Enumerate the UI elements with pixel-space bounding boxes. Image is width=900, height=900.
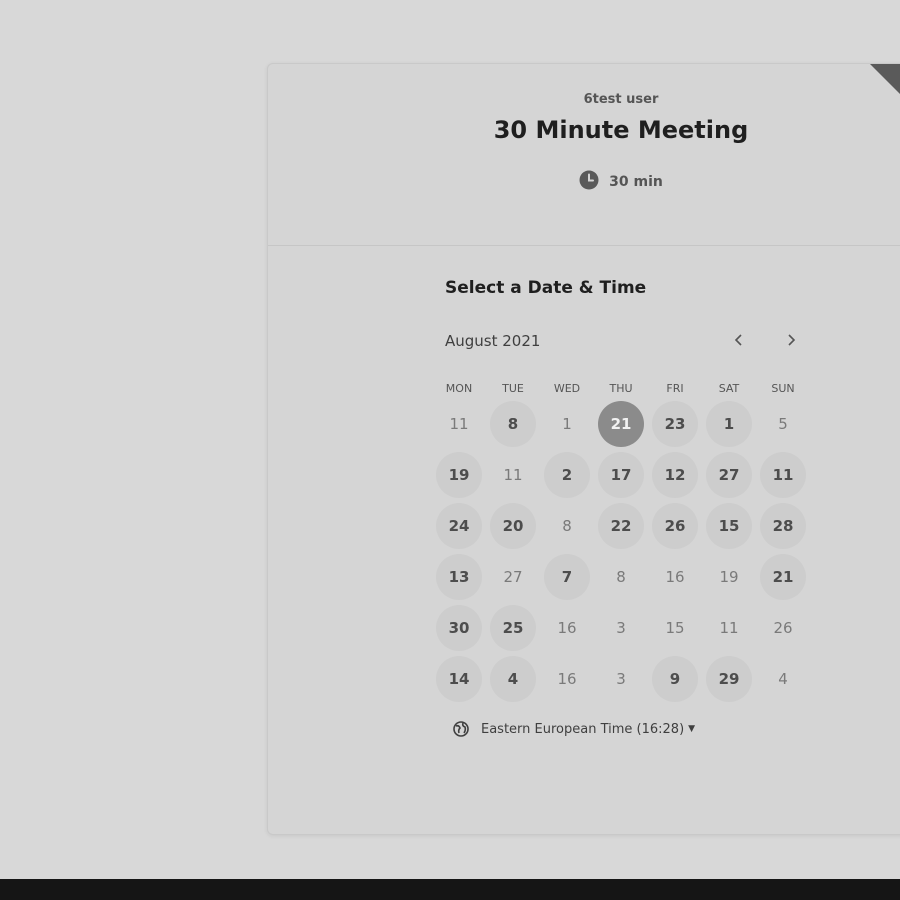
calendar-day: 8 [562, 517, 572, 535]
calendar-day[interactable]: 7 [544, 554, 590, 600]
section-title: Select a Date & Time [445, 278, 647, 298]
calendar-day[interactable]: 17 [598, 452, 644, 498]
calendar-day: 16 [557, 670, 577, 688]
calendar-day[interactable]: 27 [706, 452, 752, 498]
calendar-day-selected[interactable]: 21 [598, 401, 644, 447]
timezone-label: Eastern European Time (16:28) [481, 721, 685, 737]
calendar-day: 11 [449, 415, 469, 433]
calendar-day: 27 [503, 568, 523, 586]
calendar-day: 11 [503, 466, 523, 484]
calendar-day[interactable]: 11 [760, 452, 806, 498]
calendar-day[interactable]: 9 [652, 656, 698, 702]
chevron-left-icon [734, 334, 742, 346]
footer-bar [0, 879, 900, 900]
calendar-day[interactable]: 30 [436, 605, 482, 651]
weekday-tue: TUE [502, 382, 524, 395]
weekday-sun: SUN [771, 382, 795, 395]
calendar-day[interactable]: 14 [436, 656, 482, 702]
calendar-day[interactable]: 15 [706, 503, 752, 549]
weekday-wed: WED [553, 382, 581, 395]
calendar-day: 3 [616, 670, 626, 688]
calendar-day[interactable]: 13 [436, 554, 482, 600]
calendar-day: 1 [562, 415, 572, 433]
month-label: August 2021 [445, 332, 541, 350]
calendar-day[interactable]: 21 [760, 554, 806, 600]
weekday-header: MON TUE WED THU FRI SAT SUN [436, 382, 816, 396]
caret-down-icon: ▼ [688, 724, 696, 734]
calendar-day[interactable]: 2 [544, 452, 590, 498]
previous-month-button[interactable] [725, 326, 753, 354]
calendar-day[interactable]: 12 [652, 452, 698, 498]
calendar-day[interactable]: 8 [490, 401, 536, 447]
calendar-day: 5 [778, 415, 788, 433]
duration-label: 30 min [609, 174, 663, 190]
host-name: 6test user [583, 92, 659, 107]
calendar-day[interactable]: 23 [652, 401, 698, 447]
calendar-day[interactable]: 26 [652, 503, 698, 549]
next-month-button[interactable] [777, 326, 805, 354]
timezone-selector[interactable]: Eastern European Time (16:28) ▼ [453, 721, 695, 737]
weekday-mon: MON [445, 382, 473, 395]
calendar-day[interactable]: 20 [490, 503, 536, 549]
calendar-day[interactable]: 1 [706, 401, 752, 447]
calendar-day: 4 [778, 670, 788, 688]
calendar-day: 8 [616, 568, 626, 586]
event-duration: 30 min [268, 170, 900, 190]
calendar-day: 19 [719, 568, 739, 586]
booking-card: 6test user 30 Minute Meeting 30 min Sele… [267, 63, 900, 835]
calendar-day: 11 [719, 619, 739, 637]
calendar-day[interactable]: 29 [706, 656, 752, 702]
calendar-day[interactable]: 4 [490, 656, 536, 702]
clock-icon [579, 170, 599, 190]
calendar-day: 16 [557, 619, 577, 637]
calendar-day[interactable]: 22 [598, 503, 644, 549]
calendar-day: 3 [616, 619, 626, 637]
event-header: 6test user 30 Minute Meeting 30 min [268, 64, 900, 246]
calendar-day[interactable]: 24 [436, 503, 482, 549]
weekday-sat: SAT [718, 382, 740, 395]
calendar-grid: 11 8 1 21 23 1 5 19 11 2 17 12 27 11 24 20 8 22 26 15 28 13 27… [436, 401, 816, 711]
globe-icon [453, 721, 469, 737]
calendar-day: 26 [773, 619, 793, 637]
calendar-day: 15 [665, 619, 685, 637]
calendar-day[interactable]: 28 [760, 503, 806, 549]
calendar-day[interactable]: 19 [436, 452, 482, 498]
calendar-day: 16 [665, 568, 685, 586]
weekday-fri: FRI [666, 382, 684, 395]
chevron-right-icon [788, 334, 796, 346]
event-title: 30 Minute Meeting [493, 116, 749, 144]
calendar-day[interactable]: 25 [490, 605, 536, 651]
weekday-thu: THU [609, 382, 633, 395]
